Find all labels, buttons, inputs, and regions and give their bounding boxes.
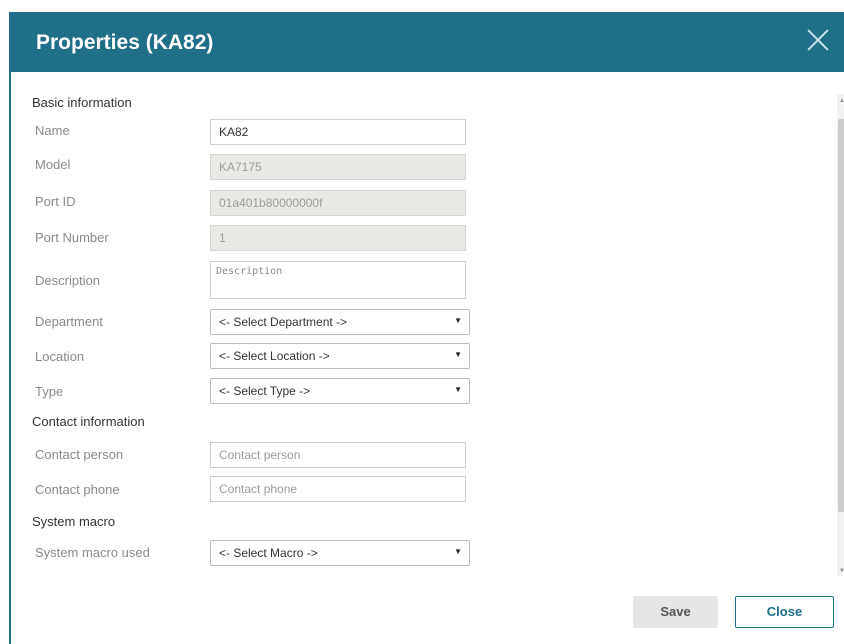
contact-person-label: Contact person — [35, 447, 124, 462]
section-system-macro: System macro — [32, 514, 116, 529]
location-select-value: <- Select Location -> — [219, 349, 330, 363]
contact-person-field[interactable]: Contact person — [210, 442, 466, 468]
model-field: KA7175 — [210, 154, 466, 180]
close-button[interactable]: Close — [735, 596, 834, 628]
section-basic-information: Basic information — [32, 95, 132, 110]
description-textarea[interactable]: Description — [210, 261, 466, 299]
scroll-down-icon[interactable]: ▼ — [839, 568, 844, 574]
location-label: Location — [35, 349, 85, 364]
type-label: Type — [35, 384, 64, 399]
system-macro-select[interactable]: <- Select Macro -> ▼ — [210, 540, 470, 566]
scrollbar-thumb[interactable] — [838, 119, 844, 512]
model-label: Model — [35, 157, 71, 172]
system-macro-select-value: <- Select Macro -> — [219, 546, 318, 560]
location-select[interactable]: <- Select Location -> ▼ — [210, 343, 470, 369]
save-button[interactable]: Save — [633, 596, 718, 628]
port-id-field: 01a401b80000000f — [210, 190, 466, 216]
department-label: Department — [35, 314, 103, 329]
chevron-down-icon: ▼ — [454, 316, 462, 325]
type-select-value: <- Select Type -> — [219, 384, 311, 398]
contact-phone-label: Contact phone — [35, 482, 120, 497]
properties-dialog: Properties (KA82) Basic information Name… — [9, 12, 844, 644]
name-label: Name — [35, 123, 70, 138]
section-contact-information: Contact information — [32, 414, 145, 429]
scrollbar[interactable]: ▲ ▼ — [837, 94, 844, 576]
port-number-field: 1 — [210, 225, 466, 251]
port-number-label: Port Number — [35, 230, 109, 245]
chevron-down-icon: ▼ — [454, 385, 462, 394]
dialog-title: Properties (KA82) — [36, 31, 214, 54]
scroll-up-icon[interactable]: ▲ — [839, 98, 844, 104]
port-id-label: Port ID — [35, 194, 76, 209]
close-icon[interactable] — [804, 26, 832, 54]
name-field[interactable]: KA82 — [210, 119, 466, 145]
contact-phone-field[interactable]: Contact phone — [210, 476, 466, 502]
chevron-down-icon: ▼ — [454, 547, 462, 556]
system-macro-used-label: System macro used — [35, 545, 150, 560]
department-select-value: <- Select Department -> — [219, 315, 348, 329]
chevron-down-icon: ▼ — [454, 350, 462, 359]
description-label: Description — [35, 273, 101, 288]
dialog-titlebar: Properties (KA82) — [11, 12, 844, 72]
type-select[interactable]: <- Select Type -> ▼ — [210, 378, 470, 404]
department-select[interactable]: <- Select Department -> ▼ — [210, 309, 470, 335]
